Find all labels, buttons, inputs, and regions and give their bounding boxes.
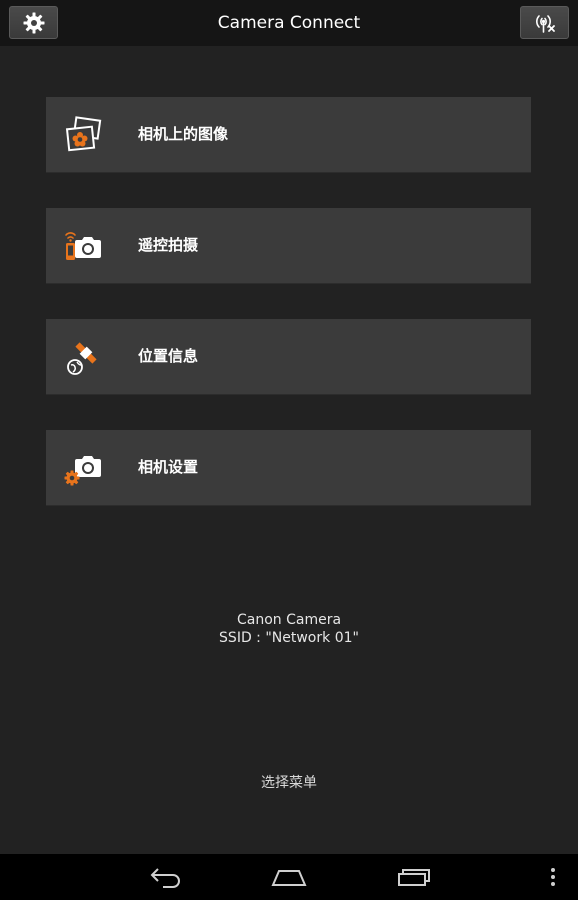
camera-name: Canon Camera	[236, 612, 342, 628]
menu-item-location-info[interactable]: 位置信息	[46, 319, 531, 395]
menu-item-label: 相机上的图像	[138, 125, 229, 143]
select-menu-hint: 选择菜单	[261, 775, 317, 791]
recents-icon	[398, 869, 430, 886]
menu-item-label: 遥控拍摄	[138, 236, 199, 254]
overflow-menu-icon	[551, 868, 555, 886]
remote-shooting-icon	[65, 232, 101, 260]
menu-item-camera-settings[interactable]: 相机设置	[46, 430, 531, 506]
recents-button[interactable]	[394, 862, 432, 892]
system-nav-bar	[0, 854, 578, 900]
back-icon	[150, 868, 180, 888]
camera-images-icon	[65, 116, 102, 152]
camera-settings-icon	[64, 456, 101, 486]
wireless-button[interactable]	[520, 6, 569, 39]
gear-icon	[23, 12, 44, 33]
back-button[interactable]	[146, 862, 186, 892]
settings-button[interactable]	[9, 6, 58, 39]
location-info-icon	[67, 342, 97, 375]
wireless-off-icon	[535, 14, 555, 33]
menu-item-label: 位置信息	[138, 347, 199, 365]
app-title: Camera Connect	[217, 13, 361, 33]
menu-item-label: 相机设置	[138, 458, 199, 476]
home-button[interactable]	[270, 862, 308, 892]
overflow-menu-button[interactable]	[544, 862, 562, 892]
ssid-label: SSID : "Network 01"	[219, 630, 359, 646]
home-icon	[271, 870, 307, 886]
menu-item-camera-images[interactable]: 相机上的图像	[46, 97, 531, 173]
top-bar: Camera Connect	[0, 0, 578, 46]
menu-item-remote-shooting[interactable]: 遥控拍摄	[46, 208, 531, 284]
